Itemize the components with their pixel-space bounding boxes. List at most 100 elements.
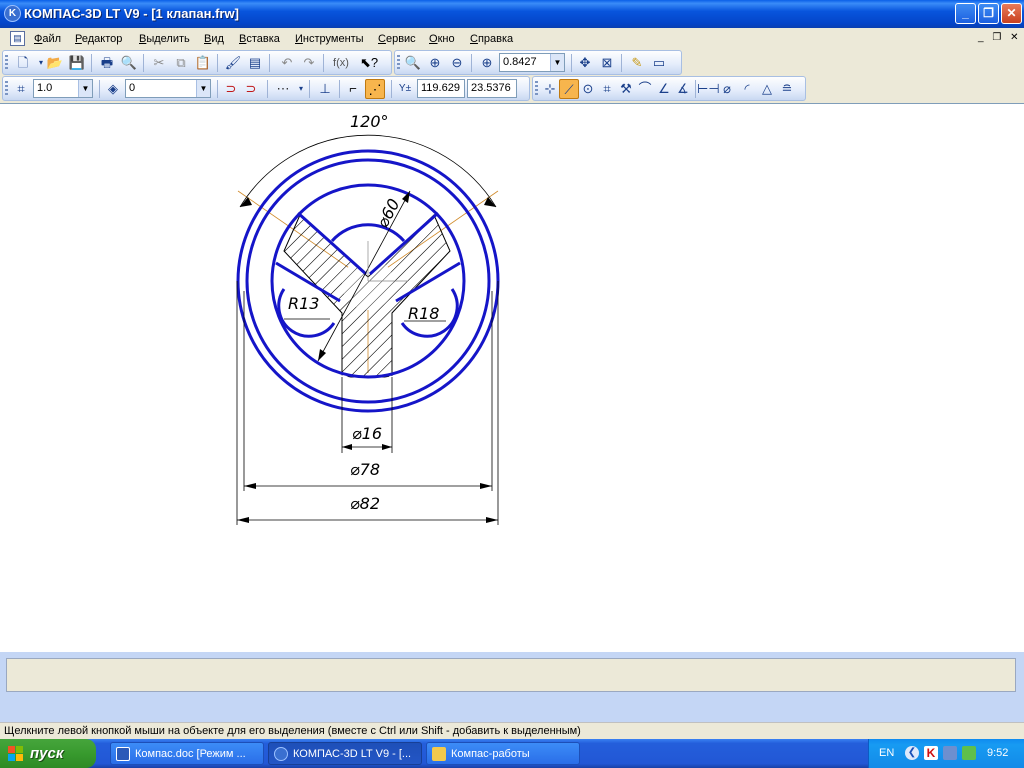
show-all-icon[interactable]: ⊠ — [597, 53, 617, 73]
roughness-icon[interactable]: ≘ — [777, 79, 797, 99]
menu-edit[interactable]: Редактор — [73, 31, 124, 47]
drawing-svg[interactable]: 120° ⌀60 R13 R18 ⌀16 ⌀78 ⌀82 — [0, 104, 1024, 652]
ortho-mode-icon[interactable]: ⌐ — [343, 79, 363, 99]
safely-remove-icon[interactable] — [962, 746, 976, 760]
menu-file[interactable]: Файл — [32, 31, 63, 47]
format-brush-icon[interactable]: 🖌 — [223, 53, 243, 73]
mdi-controls[interactable]: _ ❐ ✕ — [978, 32, 1021, 43]
local-cs-icon[interactable]: ⌗ — [11, 79, 31, 99]
new-document-icon[interactable]: 🗋 — [13, 53, 33, 73]
linear-dimension-icon[interactable]: ⊢⊣ — [697, 79, 720, 99]
chevron-left-icon[interactable]: ❮ — [905, 746, 919, 760]
refresh-image-icon[interactable]: ✎ — [627, 53, 647, 73]
toolbar-grip[interactable] — [5, 81, 8, 97]
folder-icon — [432, 747, 446, 761]
toolbar-grip[interactable] — [397, 55, 400, 71]
taskbar-item-kompas[interactable]: КОМПАС-3D LT V9 - [... — [268, 742, 422, 765]
hammer-icon[interactable]: ⚒ — [616, 79, 636, 99]
angle-120-label: 120° — [350, 112, 389, 131]
drawing-canvas[interactable]: 120° ⌀60 R13 R18 ⌀16 ⌀78 ⌀82 — [0, 103, 1024, 652]
start-label: пуск — [30, 745, 64, 762]
coord-x-field[interactable]: 119.629 — [417, 79, 465, 98]
grid-points-icon[interactable]: ⌗ — [597, 79, 617, 99]
menu-select[interactable]: Выделить — [137, 31, 192, 47]
zoom-out-icon[interactable]: ⊖ — [447, 53, 467, 73]
undo-icon[interactable]: ↶ — [277, 53, 297, 73]
kompas-app-icon[interactable]: K — [4, 5, 21, 22]
menu-view[interactable]: Вид — [202, 31, 226, 47]
separator — [267, 80, 268, 98]
round-mode-icon[interactable]: ⋰ — [365, 79, 385, 99]
angular-dimension-icon[interactable]: △ — [757, 79, 777, 99]
geometry-toolbar: ⊹ ⟋ ⊙ ⌗ ⚒ ⌒ ∠ ∡ ⊢⊣ ⌀ ◜ △ ≘ — [532, 76, 806, 101]
close-button[interactable]: ✕ — [1001, 3, 1022, 24]
chevron-down-icon[interactable]: ▼ — [550, 54, 564, 71]
view-scale-field[interactable]: 1.0 ▼ — [33, 79, 93, 98]
layer-field[interactable]: 0 ▼ — [125, 79, 211, 98]
title-bar: K КОМПАС-3D LT V9 - [1 клапан.frw] _ ❐ ✕ — [0, 0, 1024, 28]
menu-service[interactable]: Сервис — [376, 31, 418, 47]
window-title: КОМПАС-3D LT V9 - [1 клапан.frw] — [24, 6, 239, 21]
taskbar-item-folder[interactable]: Компас-работы — [426, 742, 580, 765]
arc-icon[interactable]: ⌒ — [635, 79, 655, 99]
chevron-down-icon[interactable]: ▼ — [196, 80, 210, 97]
save-icon[interactable]: 💾 — [67, 53, 87, 73]
menu-tools[interactable]: Инструменты — [293, 31, 366, 47]
properties-icon[interactable]: ▤ — [245, 53, 265, 73]
cut-icon[interactable]: ✂ — [149, 53, 169, 73]
separator — [571, 54, 572, 72]
menu-insert[interactable]: Вставка — [237, 31, 282, 47]
network-icon[interactable] — [943, 746, 957, 760]
status-hint-text: Щелкните левой кнопкой мыши на объекте д… — [4, 725, 581, 737]
print-preview-icon[interactable]: 🔍 — [119, 53, 139, 73]
display-icon[interactable]: ▭ — [649, 53, 669, 73]
print-icon[interactable]: 🖶 — [97, 53, 117, 73]
circle-icon[interactable]: ⊙ — [578, 79, 598, 99]
toolbar-grip[interactable] — [5, 55, 8, 71]
grid-dropdown-icon[interactable]: ▾ — [291, 79, 311, 99]
antivirus-icon[interactable]: K — [924, 746, 938, 760]
standard-toolbar: 🗋 ▾ 📂 💾 🖶 🔍 ✂ ⧉ 📋 🖌 ▤ ↶ ↷ f(x) ⬉? — [2, 50, 392, 75]
open-folder-icon[interactable]: 📂 — [45, 53, 65, 73]
angle-mark-icon[interactable]: ∡ — [673, 79, 693, 99]
toolbar-grip[interactable] — [535, 81, 538, 97]
menu-help[interactable]: Справка — [468, 31, 515, 47]
context-help-icon[interactable]: ⬉? — [359, 53, 379, 73]
magnet-icon[interactable]: ⊃ — [221, 79, 241, 99]
redo-icon[interactable]: ↷ — [299, 53, 319, 73]
radial-dimension-icon[interactable]: ◜ — [737, 79, 757, 99]
minimize-button[interactable]: _ — [955, 3, 976, 24]
cursor-coordinates-icon: Y± — [398, 83, 412, 94]
pan-icon[interactable]: ✥ — [575, 53, 595, 73]
layers-icon[interactable]: ◈ — [103, 79, 123, 99]
separator — [217, 80, 218, 98]
snap-settings-icon[interactable]: ⊃ — [241, 79, 261, 99]
hub-arc-top[interactable] — [330, 223, 406, 242]
start-button[interactable]: пуск — [0, 739, 96, 768]
segment-icon[interactable]: ⟋ — [559, 79, 579, 99]
separator — [471, 54, 472, 72]
paste-icon[interactable]: 📋 — [193, 53, 213, 73]
language-indicator[interactable]: EN — [879, 747, 894, 759]
zoom-scale-icon[interactable]: ⊕ — [477, 53, 497, 73]
fx-variables-button[interactable]: f(x) — [329, 53, 353, 73]
diameter-dimension-icon[interactable]: ⌀ — [717, 79, 737, 99]
zoom-scale-field[interactable]: 0.8427 ▼ — [499, 53, 565, 72]
clock[interactable]: 9:52 — [987, 747, 1008, 759]
zoom-in-icon[interactable]: ⊕ — [425, 53, 445, 73]
chevron-down-icon[interactable]: ▼ — [78, 80, 92, 97]
properties-panel[interactable] — [6, 658, 1016, 692]
zoom-window-icon[interactable]: 🔍 — [403, 53, 423, 73]
point-icon[interactable]: ⊹ — [540, 79, 560, 99]
copy-icon[interactable]: ⧉ — [171, 53, 191, 73]
grid-icon[interactable]: ⋯ — [273, 79, 293, 99]
orthogonal-icon[interactable]: ⊥ — [315, 79, 335, 99]
coord-y-field[interactable]: 23.5376 — [467, 79, 517, 98]
angle-icon[interactable]: ∠ — [654, 79, 674, 99]
separator — [339, 80, 340, 98]
document-icon[interactable]: ▤ — [10, 31, 25, 46]
separator — [621, 54, 622, 72]
taskbar-item-word[interactable]: Компас.doc [Режим ... — [110, 742, 264, 765]
restore-button[interactable]: ❐ — [978, 3, 999, 24]
menu-window[interactable]: Окно — [427, 31, 457, 47]
